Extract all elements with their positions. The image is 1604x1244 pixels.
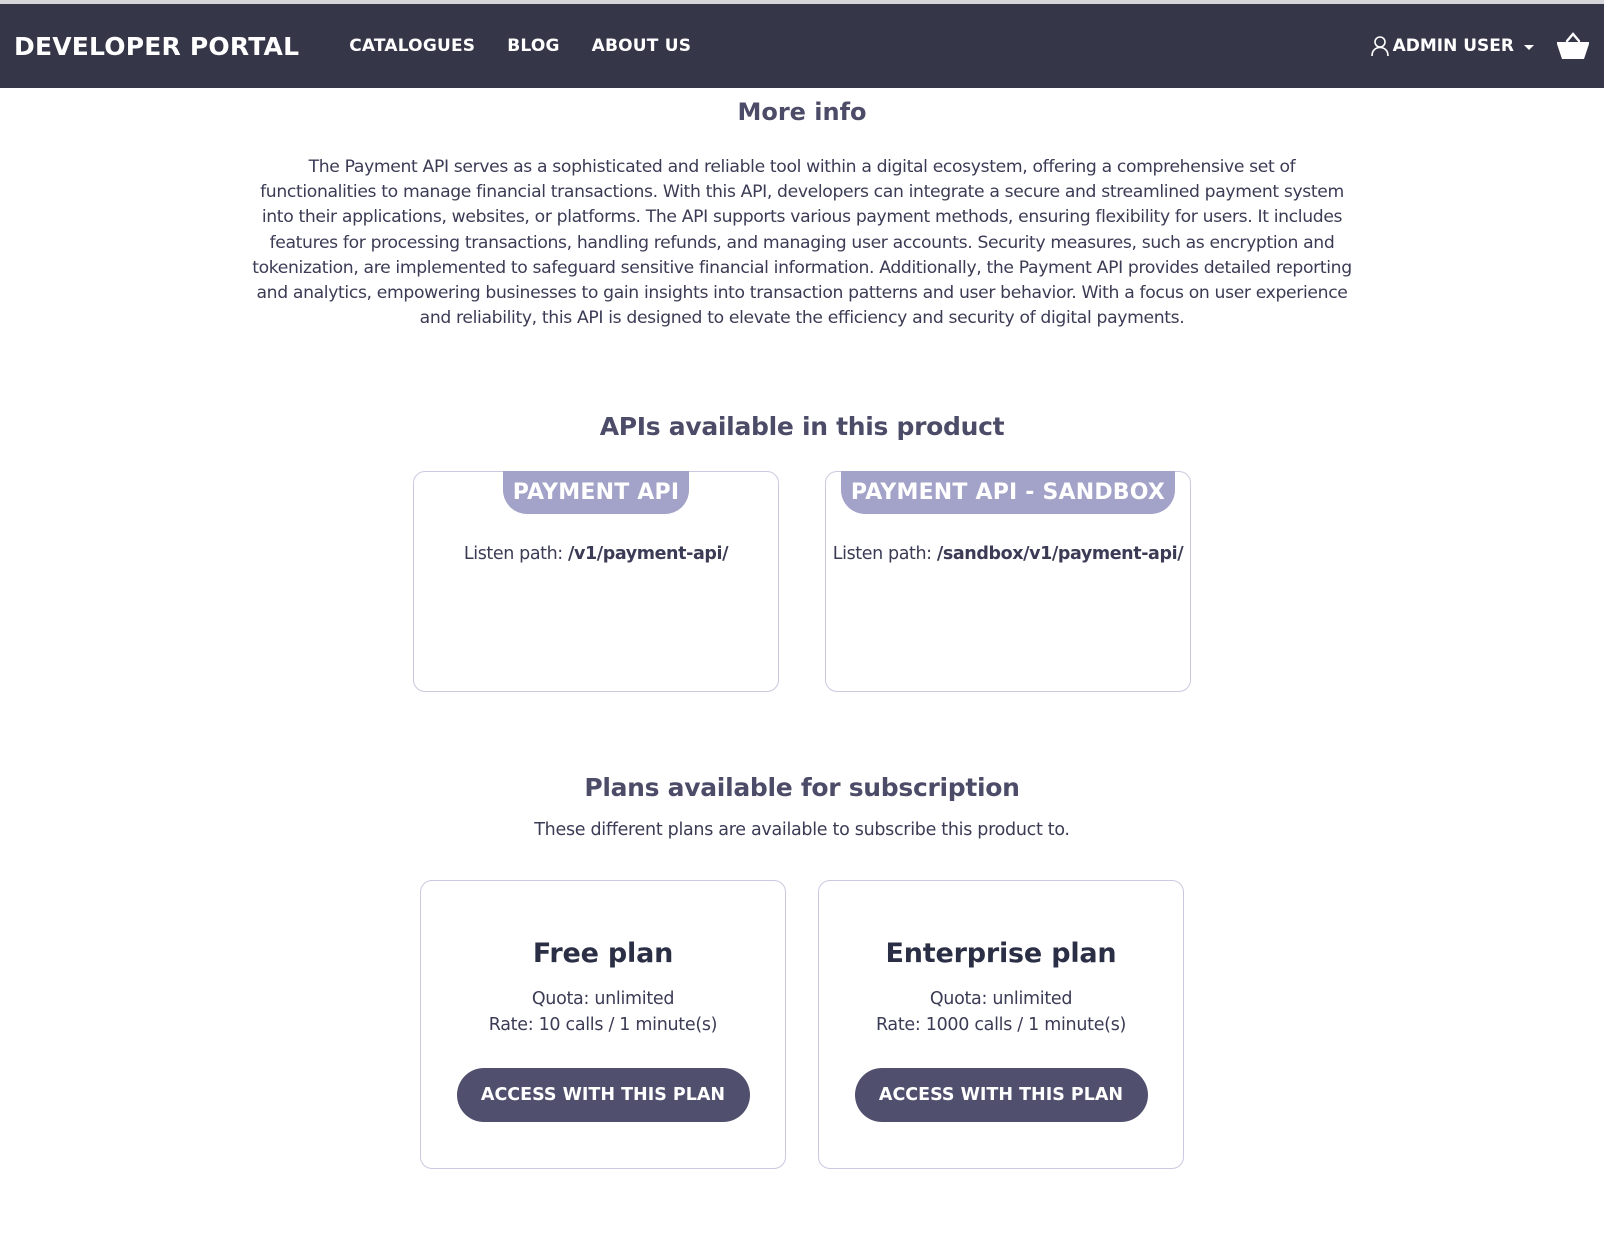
access-plan-button-free[interactable]: ACCESS WITH THIS PLAN xyxy=(456,1068,750,1123)
plans-subtitle: These different plans are available to s… xyxy=(534,820,1070,841)
nav-link-about-us[interactable]: ABOUT US xyxy=(592,36,692,56)
plans-section-title: Plans available for subscription xyxy=(584,773,1020,803)
cart-basket-icon[interactable] xyxy=(1556,30,1590,62)
api-card-payment-api-sandbox[interactable]: PAYMENT API - SANDBOX Listen path: /sand… xyxy=(825,471,1191,693)
plan-rate: Rate: 1000 calls / 1 minute(s) xyxy=(875,1014,1127,1035)
plan-info: Quota: unlimited Rate: 10 calls / 1 minu… xyxy=(421,987,785,1038)
nav-links: CATALOGUES BLOG ABOUT US xyxy=(349,36,691,56)
caret-down-icon xyxy=(1524,44,1534,50)
navbar: DEVELOPER PORTAL CATALOGUES BLOG ABOUT U… xyxy=(0,4,1604,88)
api-listen-path: Listen path: /v1/payment-api/ xyxy=(414,544,778,564)
brand-logo[interactable]: DEVELOPER PORTAL xyxy=(14,32,299,61)
plan-name: Free plan xyxy=(532,938,674,970)
listen-path-value: /sandbox/v1/payment-api/ xyxy=(936,544,1184,565)
nav-link-blog[interactable]: BLOG xyxy=(507,36,559,56)
nav-link-catalogues[interactable]: CATALOGUES xyxy=(349,36,475,56)
listen-path-label: Listen path: xyxy=(832,544,932,565)
api-name-badge: PAYMENT API xyxy=(502,471,690,515)
api-card-payment-api[interactable]: PAYMENT API Listen path: /v1/payment-api… xyxy=(413,471,779,693)
apis-section-title: APIs available in this product xyxy=(599,412,1005,442)
plan-quota: Quota: unlimited xyxy=(929,989,1073,1010)
plan-name: Enterprise plan xyxy=(885,938,1117,970)
plans-list: Free plan Quota: unlimited Rate: 10 call… xyxy=(0,880,1604,1170)
main-content: More info The Payment API serves as a so… xyxy=(0,95,1604,1170)
user-menu-label: ADMIN USER xyxy=(1392,36,1514,56)
apis-list: PAYMENT API Listen path: /v1/payment-api… xyxy=(0,471,1604,693)
plan-card-enterprise: Enterprise plan Quota: unlimited Rate: 1… xyxy=(818,880,1184,1170)
access-plan-button-enterprise[interactable]: ACCESS WITH THIS PLAN xyxy=(854,1068,1148,1123)
product-description: The Payment API serves as a sophisticate… xyxy=(252,157,1352,329)
plan-info: Quota: unlimited Rate: 1000 calls / 1 mi… xyxy=(819,987,1183,1038)
api-listen-path: Listen path: /sandbox/v1/payment-api/ xyxy=(826,544,1190,564)
user-icon xyxy=(1370,36,1389,57)
listen-path-value: /v1/payment-api/ xyxy=(567,544,729,565)
more-info-title: More info xyxy=(737,98,867,126)
plan-card-free: Free plan Quota: unlimited Rate: 10 call… xyxy=(420,880,786,1170)
plan-rate: Rate: 10 calls / 1 minute(s) xyxy=(488,1014,718,1035)
listen-path-label: Listen path: xyxy=(463,544,563,565)
plan-quota: Quota: unlimited xyxy=(531,989,675,1010)
nav-right: ADMIN USER xyxy=(1370,4,1590,88)
api-name-badge: PAYMENT API - SANDBOX xyxy=(840,471,1176,515)
user-menu-toggle[interactable]: ADMIN USER xyxy=(1370,35,1534,57)
